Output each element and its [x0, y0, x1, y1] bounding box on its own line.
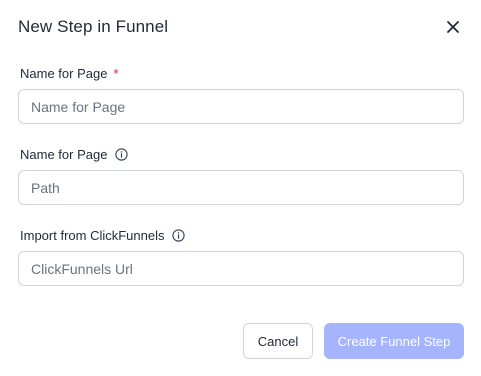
import-label: Import from ClickFunnels: [20, 228, 165, 243]
path-label: Name for Page: [20, 147, 108, 162]
page-name-label: Name for Page: [20, 66, 108, 81]
page-name-label-row: Name for Page *: [20, 66, 119, 81]
clickfunnels-url-input[interactable]: [18, 251, 464, 286]
path-label-row: Name for Page: [20, 147, 129, 162]
new-step-modal: New Step in Funnel Name for Page * Name …: [0, 0, 481, 376]
page-name-input[interactable]: [18, 89, 464, 124]
path-input[interactable]: [18, 170, 464, 205]
import-label-row: Import from ClickFunnels: [20, 228, 186, 243]
modal-title: New Step in Funnel: [18, 17, 169, 36]
info-icon[interactable]: [172, 229, 186, 242]
info-icon[interactable]: [115, 148, 129, 161]
cancel-button[interactable]: Cancel: [243, 323, 313, 359]
create-funnel-step-button[interactable]: Create Funnel Step: [324, 323, 464, 359]
required-marker: *: [113, 66, 119, 81]
close-icon[interactable]: [444, 18, 462, 36]
